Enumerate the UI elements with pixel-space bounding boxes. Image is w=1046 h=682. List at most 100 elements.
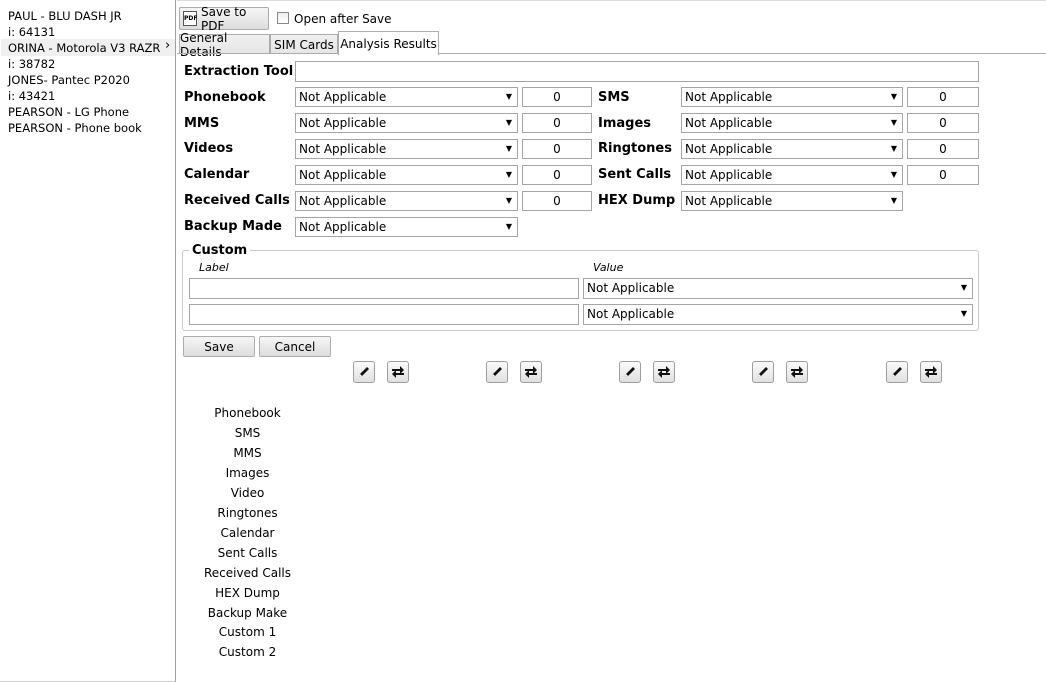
swap-icon xyxy=(392,366,404,378)
swap-icon-button[interactable] xyxy=(653,361,675,383)
dropdown-arrow-icon: ▼ xyxy=(890,92,897,101)
list-item: Received Calls xyxy=(203,566,292,580)
save-to-pdf-button[interactable]: PDF Save to PDF xyxy=(179,4,269,33)
list-item: Images xyxy=(225,466,270,480)
ringtones-select-value: Not Applicable xyxy=(685,142,773,156)
sms-select[interactable]: Not Applicable ▼ xyxy=(681,87,903,107)
received-calls-count[interactable]: 0 xyxy=(522,191,592,211)
hex-dump-label: HEX Dump xyxy=(598,193,676,208)
mms-label: MMS xyxy=(184,116,220,131)
case-sidebar: PAUL - BLU DASH JR i: 64131 ORINA - Moto… xyxy=(0,0,176,682)
custom-value-select-2[interactable]: Not Applicable ▼ xyxy=(583,304,973,325)
dropdown-arrow-icon: ▼ xyxy=(960,283,967,292)
images-select[interactable]: Not Applicable ▼ xyxy=(681,113,903,133)
images-select-value: Not Applicable xyxy=(685,116,773,130)
dropdown-arrow-icon: ▼ xyxy=(890,144,897,153)
list-item: Sent Calls xyxy=(217,546,278,560)
dropdown-arrow-icon: ▼ xyxy=(890,118,897,127)
open-after-save-checkbox[interactable] xyxy=(277,12,289,24)
ringtones-count[interactable]: 0 xyxy=(907,139,979,159)
videos-label: Videos xyxy=(184,141,234,156)
save-button[interactable]: Save xyxy=(183,336,255,357)
custom-label-input-2[interactable] xyxy=(189,304,579,325)
edit-icon-button[interactable] xyxy=(886,361,908,383)
sent-calls-count[interactable]: 0 xyxy=(907,165,979,185)
phonebook-label: Phonebook xyxy=(184,90,266,105)
sidebar-item[interactable]: PEARSON - LG Phone xyxy=(8,104,129,120)
tab-strip: General Details SIM Cards Analysis Resul… xyxy=(177,31,1046,59)
dropdown-arrow-icon: ▼ xyxy=(960,309,967,318)
swap-icon-button[interactable] xyxy=(786,361,808,383)
toolbar: PDF Save to PDF Open after Save xyxy=(177,0,1046,33)
swap-icon-button[interactable] xyxy=(387,361,409,383)
pdf-icon: PDF xyxy=(183,11,197,26)
custom-value-select-1[interactable]: Not Applicable ▼ xyxy=(583,278,973,299)
edit-icon-button[interactable] xyxy=(486,361,508,383)
sent-calls-label: Sent Calls xyxy=(598,167,672,182)
swap-icon xyxy=(925,366,937,378)
custom-group-title: Custom xyxy=(189,243,251,258)
list-item: Video xyxy=(230,486,265,500)
swap-icon-button[interactable] xyxy=(520,361,542,383)
sent-calls-select[interactable]: Not Applicable ▼ xyxy=(681,165,903,185)
backup-made-select-value: Not Applicable xyxy=(299,220,387,234)
sent-calls-select-value: Not Applicable xyxy=(685,168,773,182)
swap-icon xyxy=(525,366,537,378)
cancel-button[interactable]: Cancel xyxy=(259,336,331,357)
list-item: Calendar xyxy=(220,526,275,540)
received-calls-select[interactable]: Not Applicable ▼ xyxy=(295,191,518,211)
edit-icon-button[interactable] xyxy=(353,361,375,383)
sidebar-item-id[interactable]: i: 43421 xyxy=(8,88,55,104)
extraction-tool-input[interactable] xyxy=(295,61,979,82)
tab-sim-cards[interactable]: SIM Cards xyxy=(270,34,338,54)
mms-select[interactable]: Not Applicable ▼ xyxy=(295,113,518,133)
mms-select-value: Not Applicable xyxy=(299,116,387,130)
custom-label-header: Label xyxy=(199,261,229,274)
list-item: SMS xyxy=(234,426,261,440)
list-item: HEX Dump xyxy=(215,586,280,600)
phonebook-select-value: Not Applicable xyxy=(299,90,387,104)
dropdown-arrow-icon: ▼ xyxy=(505,144,512,153)
edit-icon xyxy=(892,367,902,377)
list-item: Custom 2 xyxy=(218,645,277,659)
phonebook-count[interactable]: 0 xyxy=(522,87,592,107)
sidebar-item[interactable]: PAUL - BLU DASH JR xyxy=(8,8,122,24)
backup-made-select[interactable]: Not Applicable ▼ xyxy=(295,217,518,237)
save-to-pdf-label: Save to PDF xyxy=(201,4,247,33)
images-count[interactable]: 0 xyxy=(907,113,979,133)
custom-value-select-2-value: Not Applicable xyxy=(587,307,675,321)
edit-icon xyxy=(359,367,369,377)
sidebar-item[interactable]: PEARSON - Phone book xyxy=(8,120,142,136)
list-item: Phonebook xyxy=(214,406,281,420)
sidebar-item[interactable]: JONES- Pantec P2020 xyxy=(8,72,130,88)
ringtones-label: Ringtones xyxy=(598,141,672,156)
swap-icon-button[interactable] xyxy=(920,361,942,383)
videos-count[interactable]: 0 xyxy=(522,139,592,159)
custom-label-input-1[interactable] xyxy=(189,278,579,299)
custom-value-select-1-value: Not Applicable xyxy=(587,281,675,295)
calendar-select[interactable]: Not Applicable ▼ xyxy=(295,165,518,185)
ringtones-select[interactable]: Not Applicable ▼ xyxy=(681,139,903,159)
calendar-count[interactable]: 0 xyxy=(522,165,592,185)
tab-analysis-results[interactable]: Analysis Results xyxy=(338,31,439,55)
open-after-save-label[interactable]: Open after Save xyxy=(294,12,392,26)
sidebar-item-id[interactable]: i: 38782 xyxy=(8,56,55,72)
list-item: Backup Make xyxy=(207,606,288,620)
extraction-tool-label: Extraction Tool xyxy=(184,64,294,79)
sidebar-item-id[interactable]: i: 64131 xyxy=(8,24,55,40)
list-item: MMS xyxy=(233,446,262,460)
images-label: Images xyxy=(598,116,652,131)
dropdown-arrow-icon: ▼ xyxy=(890,196,897,205)
dropdown-arrow-icon: ▼ xyxy=(505,196,512,205)
calendar-label: Calendar xyxy=(184,167,250,182)
mms-count[interactable]: 0 xyxy=(522,113,592,133)
edit-icon-button[interactable] xyxy=(619,361,641,383)
sms-count[interactable]: 0 xyxy=(907,87,979,107)
swap-icon xyxy=(791,366,803,378)
tab-general-details[interactable]: General Details xyxy=(179,31,270,59)
edit-icon-button[interactable] xyxy=(752,361,774,383)
phonebook-select[interactable]: Not Applicable ▼ xyxy=(295,87,518,107)
videos-select[interactable]: Not Applicable ▼ xyxy=(295,139,518,159)
sidebar-item-selected[interactable]: ORINA - Motorola V3 RAZR xyxy=(8,40,160,56)
hex-dump-select[interactable]: Not Applicable ▼ xyxy=(681,191,903,211)
